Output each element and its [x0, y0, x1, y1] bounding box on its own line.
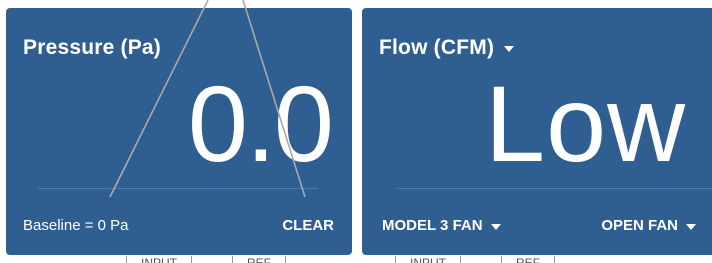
fan-config-dropdown[interactable]: OPEN FAN: [601, 217, 696, 234]
tab-ref[interactable]: REF: [501, 256, 555, 263]
flow-value: Low: [485, 63, 687, 184]
flow-title-label: Flow (CFM): [379, 36, 495, 59]
divider: [38, 188, 318, 189]
clear-button[interactable]: CLEAR: [282, 217, 334, 234]
bottom-tabs-right: INPUT REF: [395, 256, 595, 263]
tab-input[interactable]: INPUT: [395, 256, 461, 263]
pressure-title-label: Pressure (Pa): [23, 36, 162, 59]
baseline-label: Baseline = 0 Pa: [23, 217, 129, 234]
flow-panel: Flow (CFM) Low MODEL 3 FAN OPEN FAN: [362, 8, 712, 255]
pressure-title: Pressure (Pa): [23, 36, 161, 60]
fan-config-label: OPEN FAN: [601, 217, 678, 234]
tab-input[interactable]: INPUT: [126, 256, 192, 263]
tab-ref[interactable]: REF: [232, 256, 286, 263]
pressure-value: 0.0: [187, 63, 334, 184]
flow-units-dropdown[interactable]: Flow (CFM): [379, 36, 515, 60]
pressure-panel: Pressure (Pa) 0.0 Baseline = 0 Pa CLEAR: [6, 8, 352, 255]
fan-model-dropdown[interactable]: MODEL 3 FAN: [382, 217, 501, 234]
caret-down-icon: [490, 223, 501, 230]
caret-down-icon: [504, 46, 515, 52]
bottom-tabs-left: INPUT REF: [126, 256, 326, 263]
fan-model-label: MODEL 3 FAN: [382, 217, 483, 234]
divider: [397, 188, 712, 189]
caret-down-icon: [686, 223, 696, 230]
